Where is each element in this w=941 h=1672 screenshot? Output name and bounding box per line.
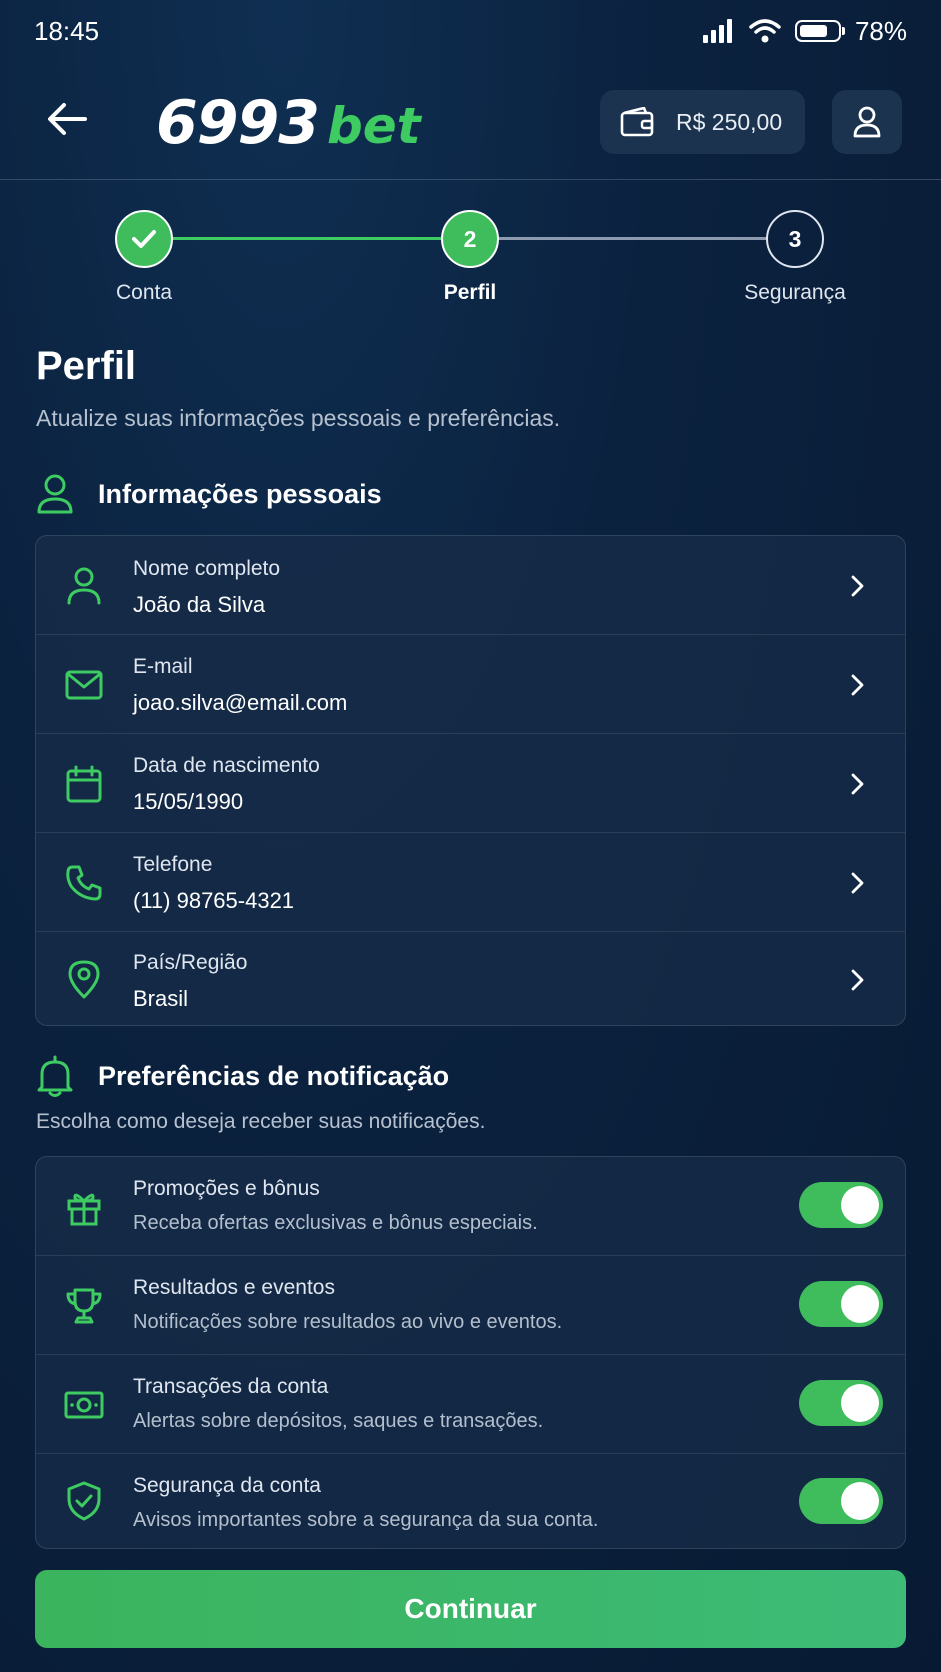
toggle-knob (841, 1186, 879, 1224)
logo-number: 6993 (156, 88, 320, 158)
profile-button[interactable] (832, 90, 902, 154)
brand-logo: 6993 bet (156, 88, 421, 158)
personal-info-card: Nome completo João da Silva E-mail joao.… (35, 535, 906, 1026)
step-2-circle: 2 (441, 210, 499, 268)
chevron-right-icon (851, 872, 864, 894)
full-name-value: João da Silva (133, 592, 266, 617)
logo-word: bet (327, 97, 421, 155)
status-icons: 78% (702, 15, 907, 47)
wallet-icon (620, 107, 654, 137)
step-3-label: Segurança (744, 281, 846, 304)
page-subtitle: Atualize suas informações pessoais e pre… (36, 405, 561, 431)
wallet-balance: R$ 250,00 (676, 108, 783, 135)
country-label: País/Região (133, 951, 248, 974)
list-item-birth-date[interactable]: Data de nascimento 15/05/1990 (36, 734, 905, 833)
step-3-circle: 3 (766, 210, 824, 268)
promotions-label: Promoções e bônus (133, 1177, 320, 1200)
transactions-toggle[interactable] (799, 1380, 883, 1426)
toggle-knob (841, 1285, 879, 1323)
list-item-security: Segurança da conta Avisos importantes so… (36, 1454, 905, 1548)
security-description: Avisos importantes sobre a segurança da … (133, 1509, 599, 1531)
page-title: Perfil (36, 344, 137, 388)
shield-check-icon (64, 1481, 104, 1521)
notifications-section-title: Preferências de notificação (98, 1060, 450, 1091)
country-value: Brasil (133, 986, 189, 1011)
birth-date-value: 15/05/1990 (133, 789, 244, 814)
location-pin-icon (64, 959, 104, 999)
notifications-section-header: Preferências de notificação (36, 1055, 449, 1097)
battery-icon (794, 20, 845, 42)
chevron-right-icon (851, 575, 864, 597)
chevron-right-icon (851, 773, 864, 795)
step-connector-pending (498, 237, 768, 240)
progress-stepper: Conta 2 Perfil 3 Segurança (0, 180, 941, 320)
back-button[interactable] (38, 90, 96, 148)
signal-icon (702, 19, 732, 43)
notifications-section-subtitle: Escolha como deseja receber suas notific… (36, 1110, 486, 1133)
email-label: E-mail (133, 655, 193, 678)
wallet-button[interactable]: R$ 250,00 (600, 90, 805, 154)
user-icon (37, 474, 73, 514)
toggle-knob (841, 1384, 879, 1422)
results-description: Notificações sobre resultados ao vivo e … (133, 1311, 563, 1333)
user-icon (64, 566, 104, 606)
status-bar: 18:45 78% (0, 0, 941, 62)
mail-icon (64, 665, 104, 705)
birth-date-label: Data de nascimento (133, 754, 320, 777)
check-icon (132, 230, 156, 248)
phone-label: Telefone (133, 853, 213, 876)
money-icon (64, 1385, 104, 1425)
phone-icon (64, 863, 104, 903)
toggle-knob (841, 1482, 879, 1520)
results-label: Resultados e eventos (133, 1276, 335, 1299)
security-toggle[interactable] (799, 1478, 883, 1524)
list-item-full-name[interactable]: Nome completo João da Silva (36, 536, 905, 635)
bell-icon (37, 1055, 73, 1097)
app-header: 6993 bet R$ 250,00 (0, 62, 941, 180)
arrow-left-icon (48, 103, 87, 135)
step-1-label: Conta (115, 281, 173, 304)
continue-button[interactable]: Continuar (35, 1570, 906, 1648)
personal-section-title: Informações pessoais (98, 478, 382, 509)
step-1-circle (115, 210, 173, 268)
transactions-description: Alertas sobre depósitos, saques e transa… (133, 1410, 544, 1432)
full-name-label: Nome completo (133, 557, 281, 580)
status-time: 18:45 (34, 15, 100, 46)
email-value: joao.silva@email.com (133, 690, 348, 715)
step-connector-done (173, 237, 443, 240)
transactions-label: Transações da conta (133, 1375, 329, 1398)
gift-icon (64, 1187, 104, 1227)
list-item-phone[interactable]: Telefone (11) 98765-4321 (36, 833, 905, 932)
notifications-card: Promoções e bônus Receba ofertas exclusi… (35, 1156, 906, 1549)
calendar-icon (64, 764, 104, 804)
battery-level (799, 25, 827, 37)
security-label: Segurança da conta (133, 1474, 321, 1497)
personal-section-header: Informações pessoais (36, 474, 382, 514)
list-item-promotions: Promoções e bônus Receba ofertas exclusi… (36, 1157, 905, 1256)
chevron-right-icon (851, 674, 864, 696)
list-item-email[interactable]: E-mail joao.silva@email.com (36, 635, 905, 734)
wifi-icon (749, 19, 781, 43)
list-item-results: Resultados e eventos Notificações sobre … (36, 1256, 905, 1355)
list-item-country[interactable]: País/Região Brasil (36, 932, 905, 1025)
promotions-toggle[interactable] (799, 1182, 883, 1228)
step-2-label: Perfil (443, 281, 497, 304)
results-toggle[interactable] (799, 1281, 883, 1327)
phone-value: (11) 98765-4321 (133, 888, 295, 913)
user-icon (853, 106, 881, 138)
chevron-right-icon (851, 969, 864, 991)
battery-percent: 78% (854, 15, 907, 46)
list-item-transactions: Transações da conta Alertas sobre depósi… (36, 1355, 905, 1454)
promotions-description: Receba ofertas exclusivas e bônus especi… (133, 1212, 538, 1234)
trophy-icon (64, 1286, 104, 1326)
